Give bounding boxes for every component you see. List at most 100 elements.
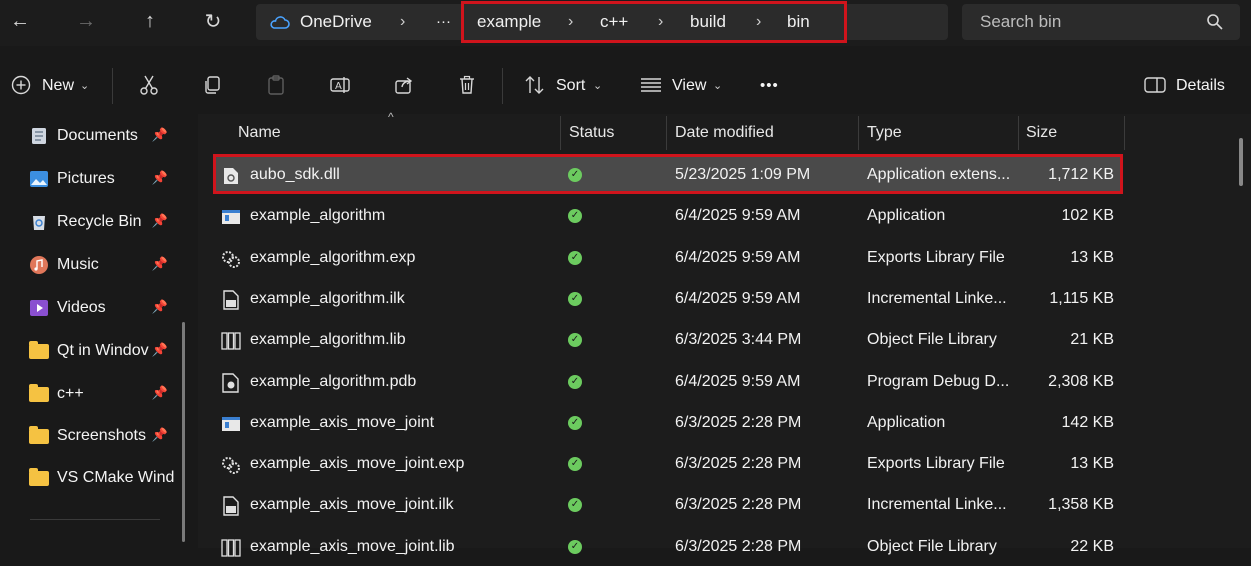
pin-icon[interactable]: 📌 (152, 299, 168, 315)
sort-button[interactable]: Sort (556, 74, 585, 98)
sync-status-ok-icon: ✓ (568, 375, 582, 389)
copy-icon[interactable] (197, 70, 227, 100)
column-header-status[interactable]: Status (569, 120, 614, 146)
back-button[interactable]: ← (4, 5, 36, 37)
pin-icon[interactable]: 📌 (152, 127, 168, 143)
pin-icon[interactable]: 📌 (152, 385, 168, 401)
share-icon[interactable] (389, 70, 419, 100)
details-pane-icon[interactable] (1140, 70, 1170, 100)
sidebar-item-videos[interactable]: Videos 📌 (28, 291, 184, 325)
pin-icon[interactable]: 📌 (152, 342, 168, 358)
refresh-icon: ↻ (204, 10, 222, 33)
file-row[interactable]: example_algorithm.lib ✓ 6/3/2025 3:44 PM Ob… (216, 321, 1120, 359)
forward-arrow-icon: → (76, 9, 96, 32)
file-name[interactable]: example_axis_move_joint (250, 404, 550, 442)
file-row[interactable]: example_axis_move_joint.lib ✓ 6/3/2025 2:2… (216, 528, 1120, 566)
sidebar-item-cpp[interactable]: c++ 📌 (28, 377, 184, 411)
file-list-scrollbar[interactable] (1239, 138, 1243, 186)
breadcrumb-overflow[interactable]: ··· (436, 4, 451, 40)
back-arrow-icon: ← (10, 9, 30, 32)
file-name[interactable]: example_axis_move_joint.ilk (250, 486, 550, 524)
sidebar-item-pictures[interactable]: Pictures 📌 (28, 162, 184, 196)
file-date-modified: 6/4/2025 9:59 AM (675, 290, 801, 307)
column-header-name[interactable]: Name (238, 120, 281, 146)
paste-icon[interactable] (261, 70, 291, 100)
file-name[interactable]: example_algorithm.exp (250, 239, 550, 277)
pin-icon[interactable]: 📌 (152, 170, 168, 186)
new-button[interactable]: New (42, 74, 74, 98)
details-button[interactable]: Details (1176, 74, 1225, 98)
object-library-icon (221, 538, 241, 558)
column-divider[interactable] (1018, 116, 1019, 150)
sidebar-item-music[interactable]: Music 📌 (28, 248, 184, 282)
view-chevron-down-icon[interactable]: ⌄ (713, 74, 722, 98)
sidebar-item-screenshots[interactable]: Screenshots 📌 (28, 419, 184, 453)
cut-icon[interactable] (134, 70, 164, 100)
view-button[interactable]: View (672, 74, 706, 98)
file-type: Object File Library (867, 538, 997, 555)
sort-chevron-down-icon[interactable]: ⌄ (593, 74, 602, 98)
file-date-modified: 6/3/2025 3:44 PM (675, 331, 802, 348)
sidebar-item-qt-in-windows[interactable]: Qt in Windov 📌 (28, 334, 184, 368)
sidebar-item-recycle-bin[interactable]: Recycle Bin 📌 (28, 205, 184, 239)
refresh-button[interactable]: ↻ (197, 5, 229, 37)
file-date-modified: 6/3/2025 2:28 PM (675, 496, 802, 513)
new-chevron-down-icon[interactable]: ⌄ (80, 74, 89, 98)
sort-icon[interactable] (520, 70, 550, 100)
sidebar-scrollbar[interactable] (182, 322, 185, 542)
file-row[interactable]: example_algorithm.exp ✓ 6/4/2025 9:59 AM Ex… (216, 239, 1120, 277)
file-name[interactable]: example_axis_move_joint.lib (250, 528, 550, 566)
new-plus-icon[interactable] (6, 70, 36, 100)
column-divider[interactable] (560, 116, 561, 150)
column-header-size[interactable]: Size (1026, 120, 1057, 146)
file-row[interactable]: example_algorithm.pdb ✓ 6/4/2025 9:59 AM Pr… (216, 363, 1120, 401)
sidebar-item-label: Qt in Windov (57, 342, 149, 359)
file-row[interactable]: example_algorithm.ilk ✓ 6/4/2025 9:59 AM In… (216, 280, 1120, 318)
videos-icon (28, 298, 50, 318)
folder-icon (28, 425, 50, 446)
up-button[interactable]: ↑ (134, 5, 166, 37)
sidebar-item-documents[interactable]: Documents 📌 (28, 119, 184, 153)
file-size: 22 KB (1070, 538, 1114, 555)
sidebar-item-label: Music (57, 256, 99, 273)
file-name[interactable]: example_algorithm.pdb (250, 363, 550, 401)
sync-status-ok-icon: ✓ (568, 416, 582, 430)
forward-button[interactable]: → (70, 5, 102, 37)
sidebar-item-vs-cmake[interactable]: VS CMake Wind (28, 461, 184, 495)
pin-icon[interactable]: 📌 (152, 427, 168, 443)
file-row[interactable]: example_axis_move_joint.ilk ✓ 6/3/2025 2:2… (216, 486, 1120, 524)
column-divider[interactable] (858, 116, 859, 150)
search-placeholder[interactable]: Search bin (980, 4, 1061, 40)
sidebar-item-label: Recycle Bin (57, 213, 142, 230)
rename-icon[interactable]: A (325, 70, 355, 100)
search-box[interactable]: Search bin (962, 4, 1240, 40)
delete-icon[interactable] (452, 70, 482, 100)
application-icon (221, 414, 241, 434)
file-size: 142 KB (1061, 414, 1114, 431)
file-name[interactable]: example_algorithm (250, 197, 550, 235)
sync-status-ok-icon: ✓ (568, 333, 582, 347)
sidebar-item-label: Pictures (57, 170, 115, 187)
file-name[interactable]: example_algorithm.lib (250, 321, 550, 359)
file-size: 2,308 KB (1048, 373, 1114, 390)
application-icon (221, 207, 241, 227)
file-type: Program Debug D... (867, 373, 1010, 390)
column-header-date-modified[interactable]: Date modified (675, 120, 774, 146)
column-divider[interactable] (666, 116, 667, 150)
file-name[interactable]: example_algorithm.ilk (250, 280, 550, 318)
more-options-button[interactable]: ••• (760, 74, 779, 98)
exports-file-icon (221, 249, 241, 269)
file-row[interactable]: example_algorithm ✓ 6/4/2025 9:59 AM Applic… (216, 197, 1120, 235)
pin-icon[interactable]: 📌 (152, 213, 168, 229)
column-header-type[interactable]: Type (867, 120, 902, 146)
breadcrumb-onedrive[interactable]: OneDrive (300, 4, 372, 40)
column-divider[interactable] (1124, 116, 1125, 150)
file-row[interactable]: example_axis_move_joint.exp ✓ 6/3/2025 2:2… (216, 445, 1120, 483)
breadcrumb-chevron[interactable]: › (400, 4, 405, 40)
file-name[interactable]: example_axis_move_joint.exp (250, 445, 550, 483)
search-icon[interactable] (1206, 13, 1224, 35)
file-row[interactable]: example_axis_move_joint ✓ 6/3/2025 2:28 PM… (216, 404, 1120, 442)
file-size: 1,358 KB (1048, 496, 1114, 513)
view-icon[interactable] (636, 70, 666, 100)
pin-icon[interactable]: 📌 (152, 256, 168, 272)
